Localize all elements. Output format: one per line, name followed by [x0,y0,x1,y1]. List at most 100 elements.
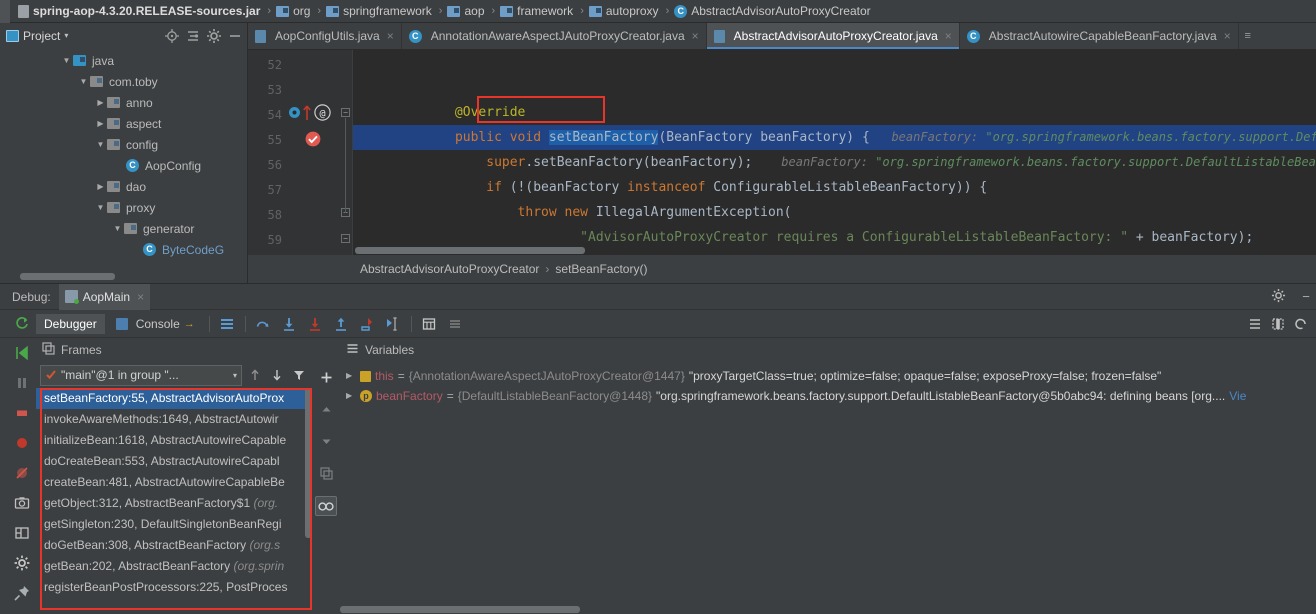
chevron-right-icon[interactable]: ▶ [94,119,107,128]
pin-icon[interactable] [13,584,33,604]
project-tree[interactable]: ▼ java ▼ com.toby ▶ anno ▶ aspect ▼ conf… [0,48,247,260]
frame-list-item[interactable]: doGetBean:308, AbstractBeanFactory (org.… [36,535,312,556]
editor-breadcrumb-method[interactable]: setBeanFactory() [555,262,647,276]
tree-node-dao[interactable]: ▶ dao [0,176,247,197]
frame-list-item[interactable]: doCreateBean:553, AbstractAutowireCapabl [36,451,312,472]
move-up-icon[interactable] [317,400,335,418]
tab-aopconfigutils[interactable]: AopConfigUtils.java × [248,23,402,49]
close-icon[interactable]: × [387,29,394,43]
editor-breadcrumb-class[interactable]: AbstractAdvisorAutoProxyCreator [360,262,539,276]
tree-node-java[interactable]: ▼ java [0,50,247,71]
frames-vertical-scrollbar[interactable] [305,388,312,614]
pause-program-icon[interactable] [13,374,33,394]
tree-node-bytecodegenerator[interactable]: C ByteCodeG [0,239,247,260]
frame-list-item[interactable]: getSingleton:230, DefaultSingletonBeanRe… [36,514,312,535]
chevron-down-icon[interactable]: ▼ [94,203,107,212]
fold-marker-icon[interactable]: − [341,108,350,117]
chevron-down-icon[interactable]: ▼ [77,77,90,86]
chevron-right-icon[interactable]: ▶ [346,386,356,406]
watches-icon[interactable] [315,496,337,516]
chevron-down-icon[interactable]: ▾ [233,371,237,380]
step-out-icon[interactable] [330,313,353,335]
breadcrumb-jar[interactable]: spring-aop-4.3.20.RELEASE-sources.jar [10,0,266,23]
pin-icon[interactable] [1266,313,1289,335]
resume-program-icon[interactable] [13,344,33,364]
scrollbar-thumb[interactable] [20,273,115,280]
tree-node-config[interactable]: ▼ config [0,134,247,155]
thread-selector[interactable]: "main"@1 in group "... ▾ [40,364,242,386]
breadcrumb-springframework[interactable]: springframework [322,0,438,23]
collapse-all-icon[interactable] [185,28,201,44]
view-text-link[interactable]: Vie [1229,386,1246,406]
frame-list-item[interactable]: getBean:202, AbstractBeanFactory (org.sp… [36,556,312,577]
tab-debugger[interactable]: Debugger [36,313,105,334]
frame-down-icon[interactable] [268,366,286,384]
frame-list-item[interactable]: initializeBean:1618, AbstractAutowireCap… [36,430,312,451]
layout-settings-icon[interactable] [13,524,33,544]
scrollbar-thumb[interactable] [305,388,312,538]
tree-node-anno[interactable]: ▶ anno [0,92,247,113]
fold-marker-end-icon[interactable]: − [341,234,350,243]
gear-icon[interactable] [206,28,222,44]
tree-node-aspect[interactable]: ▶ aspect [0,113,247,134]
close-icon[interactable]: × [137,290,144,304]
step-over-icon[interactable] [252,313,275,335]
project-title-button[interactable]: Project ▾ [6,29,68,43]
mute-breakpoints-icon[interactable] [13,464,33,484]
tab-console[interactable]: Console → [108,314,203,334]
move-down-icon[interactable] [317,432,335,450]
restore-icon[interactable] [1289,313,1312,335]
layout-settings-icon[interactable] [1243,313,1266,335]
debug-session-tab[interactable]: AopMain × [58,283,151,310]
frame-up-icon[interactable] [246,366,264,384]
variables-horizontal-scrollbar[interactable] [340,606,580,613]
frame-list-item[interactable]: getObject:312, AbstractBeanFactory$1 (or… [36,493,312,514]
add-watch-icon[interactable] [317,368,335,386]
editor-gutter[interactable]: 52 53 54 55 56 57 58 59 @ − − [248,50,353,255]
tree-node-proxy[interactable]: ▼ proxy [0,197,247,218]
force-step-into-icon[interactable] [304,313,327,335]
drop-frame-icon[interactable] [356,313,379,335]
chevron-down-icon[interactable]: ▼ [111,224,124,233]
tree-node-generator[interactable]: ▼ generator [0,218,247,239]
copy-value-icon[interactable] [317,464,335,482]
screenshot-icon[interactable] [13,494,33,514]
code-text-area[interactable]: @Override public void setBeanFactory(Bea… [353,50,1316,255]
settings-list-icon[interactable] [444,313,467,335]
chevron-right-icon[interactable]: ▶ [346,366,356,386]
filter-icon[interactable] [290,366,308,384]
frame-list-item[interactable]: setBeanFactory:55, AbstractAdvisorAutoPr… [36,388,312,409]
project-horizontal-scrollbar[interactable] [20,273,232,280]
breadcrumb-class[interactable]: C AbstractAdvisorAutoProxyCreator [670,0,876,23]
breadcrumb-framework[interactable]: framework [496,0,579,23]
tab-annotationawareaspectjautoproxycreator[interactable]: C AnnotationAwareAspectJAutoProxyCreator… [402,23,707,49]
chevron-right-icon[interactable]: ▶ [94,182,107,191]
evaluate-expression-icon[interactable] [418,313,441,335]
chevron-down-icon[interactable]: ▼ [60,56,73,65]
tree-node-aopconfig[interactable]: C AopConfig [0,155,247,176]
frame-list-item[interactable]: createBean:481, AbstractAutowireCapableB… [36,472,312,493]
minimize-icon[interactable] [227,28,243,44]
close-icon[interactable]: × [692,29,699,43]
view-breakpoints-icon[interactable] [13,434,33,454]
step-into-icon[interactable] [278,313,301,335]
tree-node-com-toby[interactable]: ▼ com.toby [0,71,247,92]
frame-list-item[interactable]: registerBeanPostProcessors:225, PostProc… [36,577,312,598]
tab-abstractadvisorautoproxycreator[interactable]: AbstractAdvisorAutoProxyCreator.java × [706,23,960,49]
close-icon[interactable]: × [1224,29,1231,43]
rerun-icon[interactable] [10,313,33,335]
gear-icon[interactable] [1268,288,1288,306]
layout-icon[interactable] [216,313,239,335]
frames-list[interactable]: setBeanFactory:55, AbstractAdvisorAutoPr… [36,388,312,614]
stop-icon[interactable] [13,404,33,424]
minimize-icon[interactable]: − [1296,289,1316,304]
code-editor[interactable]: 52 53 54 55 56 57 58 59 @ − − @Override … [248,50,1316,255]
breakpoint-icon[interactable] [288,106,301,123]
chevron-right-icon[interactable]: ▶ [94,98,107,107]
breadcrumb-autoproxy[interactable]: autoproxy [585,0,665,23]
console-pin-icon[interactable]: → [184,318,195,330]
frame-list-item[interactable]: invokeAwareMethods:1649, AbstractAutowir [36,409,312,430]
variable-row-beanfactory[interactable]: ▶ p beanFactory = {DefaultListableBeanFa… [340,386,1316,406]
locate-icon[interactable] [164,28,180,44]
chevron-down-icon[interactable]: ▼ [94,140,107,149]
